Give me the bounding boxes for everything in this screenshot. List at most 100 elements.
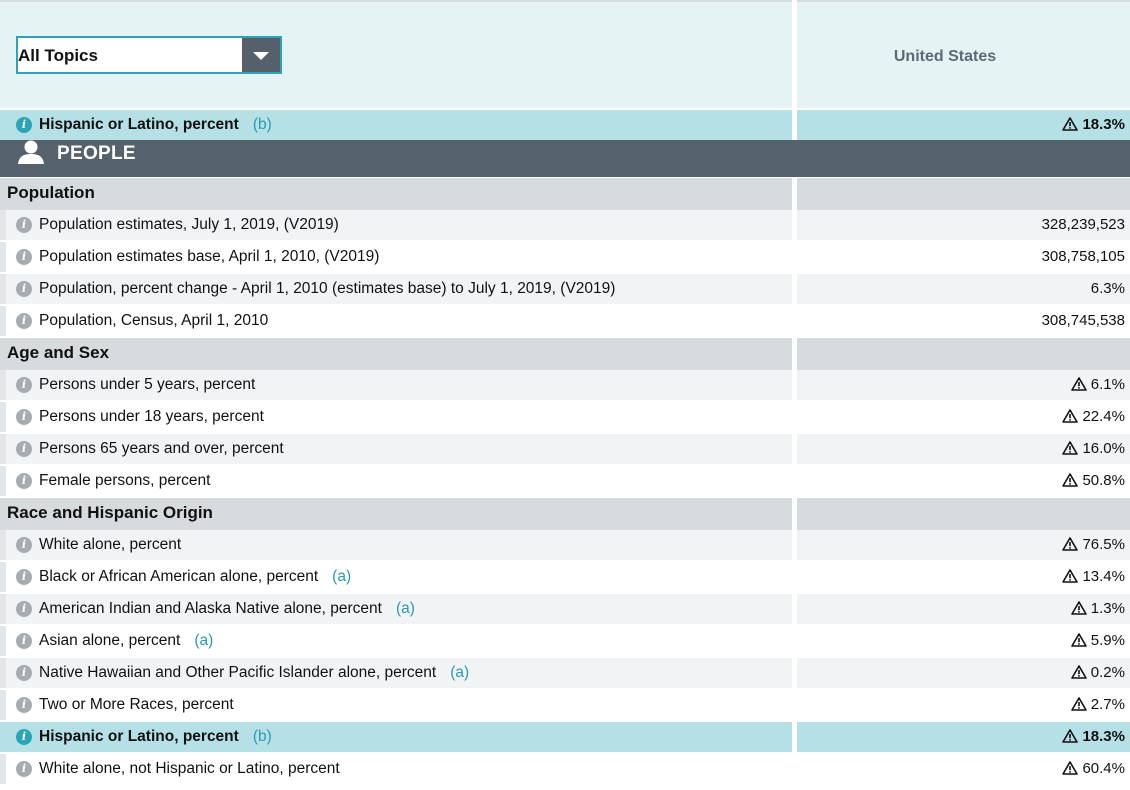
info-icon[interactable]: i	[16, 409, 32, 425]
chevron-down-icon[interactable]	[242, 38, 280, 72]
banner-title: PEOPLE	[57, 143, 136, 164]
warning-triangle-icon[interactable]	[1070, 601, 1087, 615]
row-value: 18.3%	[1082, 728, 1125, 745]
table-row[interactable]: i Persons 65 years and over, percent 16.0%	[0, 434, 1130, 466]
pinned-row-label: Hispanic or Latino, percent (b)	[39, 116, 272, 133]
info-icon[interactable]: i	[16, 601, 32, 617]
row-label: Asian alone, percent (a)	[39, 632, 214, 649]
pinned-row-value-cell: 18.3%	[797, 110, 1130, 140]
info-icon[interactable]: i	[16, 117, 32, 133]
row-label-cell: i Asian alone, percent (a)	[0, 626, 792, 656]
row-label-cell: i Population, Census, April 1, 2010	[0, 306, 792, 336]
row-value: 2.7%	[1090, 696, 1125, 713]
warning-triangle-icon[interactable]	[1062, 729, 1079, 743]
row-label-cell: i Female persons, percent	[0, 466, 792, 496]
row-label: White alone, not Hispanic or Latino, per…	[39, 760, 340, 777]
topic-select-value: All Topics	[18, 46, 98, 65]
info-icon[interactable]: i	[16, 313, 32, 329]
info-icon[interactable]: i	[16, 281, 32, 297]
warning-triangle-icon[interactable]	[1062, 569, 1079, 583]
warning-triangle-icon[interactable]	[1070, 633, 1087, 647]
row-label-cell: i Persons under 5 years, percent	[0, 370, 792, 400]
row-label-cell: i White alone, percent	[0, 530, 792, 560]
warning-triangle-icon[interactable]	[1070, 665, 1087, 679]
row-label-cell: i Population, percent change - April 1, 2…	[0, 274, 792, 304]
pinned-row-label-cell: i Hispanic or Latino, percent (b)	[0, 110, 792, 140]
footnote-link[interactable]: (a)	[332, 568, 351, 585]
table-row[interactable]: i White alone, percent 76.5%	[0, 530, 1130, 562]
table-row[interactable]: i Population estimates, July 1, 2019, (V2…	[0, 210, 1130, 242]
row-value: 1.3%	[1090, 600, 1125, 617]
info-icon[interactable]: i	[16, 249, 32, 265]
row-label: White alone, percent	[39, 536, 182, 553]
row-label: Persons under 5 years, percent	[39, 376, 256, 393]
row-label: Black or African American alone, percent…	[39, 568, 352, 585]
row-value: 308,758,105	[1041, 248, 1125, 265]
table-row[interactable]: i Native Hawaiian and Other Pacific Islan…	[0, 658, 1130, 690]
table-row[interactable]: i American Indian and Alaska Native alone…	[0, 594, 1130, 626]
section-header: Population	[0, 178, 1130, 210]
row-value-cell: 5.9%	[797, 626, 1130, 656]
warning-triangle-icon[interactable]	[1062, 117, 1079, 131]
people-banner: PEOPLE	[0, 140, 1130, 177]
row-value-cell: 6.1%	[797, 370, 1130, 400]
table-row[interactable]: i Population estimates base, April 1, 201…	[0, 242, 1130, 274]
table-row[interactable]: i Female persons, percent 50.8%	[0, 466, 1130, 498]
row-value: 76.5%	[1082, 536, 1125, 553]
info-icon[interactable]: i	[16, 729, 32, 745]
warning-triangle-icon[interactable]	[1062, 473, 1079, 487]
table-row[interactable]: i Persons under 5 years, percent 6.1%	[0, 370, 1130, 402]
row-value-cell: 6.3%	[797, 274, 1130, 304]
row-value-cell: 0.2%	[797, 658, 1130, 688]
warning-triangle-icon[interactable]	[1062, 537, 1079, 551]
table-row[interactable]: i Hispanic or Latino, percent (b) 18.3%	[0, 722, 1130, 754]
row-value: 308,745,538	[1041, 312, 1125, 329]
row-value-cell: 18.3%	[797, 722, 1130, 752]
warning-triangle-icon[interactable]	[1062, 441, 1079, 455]
section-title: Race and Hispanic Origin	[7, 503, 213, 522]
info-icon[interactable]: i	[16, 441, 32, 457]
info-icon[interactable]: i	[16, 761, 32, 777]
info-icon[interactable]: i	[16, 537, 32, 553]
info-icon[interactable]: i	[16, 377, 32, 393]
row-value-cell: 50.8%	[797, 466, 1130, 496]
topic-filter-header: All Topics United States	[0, 0, 1130, 108]
row-value-cell: 2.7%	[797, 690, 1130, 720]
section-title: Age and Sex	[7, 343, 110, 362]
table-row[interactable]: i Asian alone, percent (a) 5.9%	[0, 626, 1130, 658]
footnote-link[interactable]: (a)	[396, 600, 415, 617]
table-row[interactable]: i Population, Census, April 1, 2010 308,74…	[0, 306, 1130, 338]
info-icon[interactable]: i	[16, 633, 32, 649]
row-value: 0.2%	[1090, 664, 1125, 681]
warning-triangle-icon[interactable]	[1070, 697, 1087, 711]
row-label-cell: i White alone, not Hispanic or Latino, pe…	[0, 754, 792, 784]
info-icon[interactable]: i	[16, 473, 32, 489]
table-row[interactable]: i Population, percent change - April 1, 2…	[0, 274, 1130, 306]
row-label: Population estimates, July 1, 2019, (V20…	[39, 216, 339, 233]
footnote-link[interactable]: (b)	[253, 728, 272, 745]
info-icon[interactable]: i	[16, 665, 32, 681]
row-value: 6.3%	[1090, 280, 1125, 297]
table-row[interactable]: i Black or African American alone, percen…	[0, 562, 1130, 594]
row-label: Population, percent change - April 1, 20…	[39, 280, 616, 297]
column-divider	[792, 498, 797, 530]
info-icon[interactable]: i	[16, 569, 32, 585]
footnote-link[interactable]: (b)	[253, 116, 272, 133]
row-label: Hispanic or Latino, percent (b)	[39, 728, 272, 745]
table-row[interactable]: i Two or More Races, percent 2.7%	[0, 690, 1130, 722]
info-icon[interactable]: i	[16, 217, 32, 233]
warning-triangle-icon[interactable]	[1062, 409, 1079, 423]
row-value: 5.9%	[1090, 632, 1125, 649]
footnote-link[interactable]: (a)	[450, 664, 469, 681]
table-row[interactable]: i Persons under 18 years, percent 22.4%	[0, 402, 1130, 434]
warning-triangle-icon[interactable]	[1070, 377, 1087, 391]
row-value-cell: 328,239,523	[797, 210, 1130, 240]
pinned-row[interactable]: i Hispanic or Latino, percent (b) 18.3%	[0, 110, 1130, 142]
row-label-cell: i American Indian and Alaska Native alone…	[0, 594, 792, 624]
table-row[interactable]: i White alone, not Hispanic or Latino, pe…	[0, 754, 1130, 786]
info-icon[interactable]: i	[16, 697, 32, 713]
topic-select[interactable]: All Topics	[16, 36, 282, 74]
footnote-link[interactable]: (a)	[194, 632, 213, 649]
warning-triangle-icon[interactable]	[1062, 761, 1079, 775]
row-label-cell: i Persons under 18 years, percent	[0, 402, 792, 432]
